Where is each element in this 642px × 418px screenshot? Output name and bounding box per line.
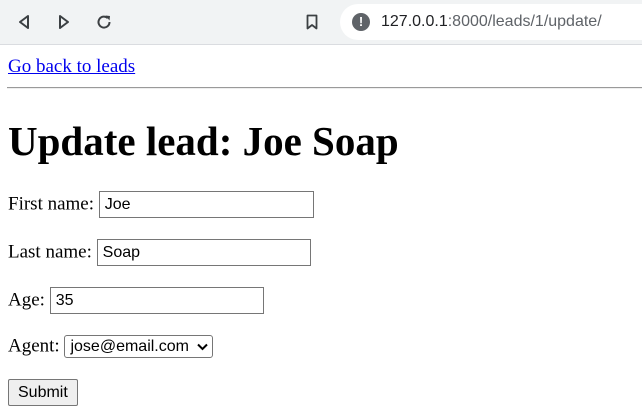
chevron-down-icon bbox=[197, 343, 208, 351]
back-button[interactable] bbox=[8, 6, 40, 38]
page-content: Go back to leads Update lead: Joe Soap F… bbox=[7, 45, 642, 406]
agent-label: Agent: bbox=[8, 335, 60, 357]
reload-icon bbox=[97, 15, 111, 29]
bookmark-button[interactable] bbox=[298, 6, 326, 38]
info-icon[interactable]: ! bbox=[352, 13, 370, 31]
first-name-input[interactable] bbox=[98, 191, 314, 218]
reload-button[interactable] bbox=[88, 6, 120, 38]
last-name-input[interactable] bbox=[96, 239, 311, 266]
submit-button[interactable]: Submit bbox=[8, 379, 78, 406]
agent-select[interactable]: jose@email.com bbox=[64, 335, 213, 359]
page-title: Update lead: Joe Soap bbox=[8, 118, 399, 164]
agent-row: Agent: jose@email.com bbox=[8, 335, 213, 359]
url-host: 127.0.0.1 bbox=[381, 13, 448, 30]
last-name-row: Last name: bbox=[8, 239, 311, 266]
agent-selected-value: jose@email.com bbox=[70, 337, 189, 355]
back-to-leads-link[interactable]: Go back to leads bbox=[8, 56, 135, 78]
forward-button[interactable] bbox=[48, 6, 80, 38]
age-input[interactable] bbox=[49, 287, 264, 314]
back-icon bbox=[19, 15, 29, 29]
forward-icon bbox=[59, 15, 69, 29]
age-row: Age: bbox=[8, 287, 264, 314]
url-text[interactable]: 127.0.0.1:8000/leads/1/update/ bbox=[381, 13, 602, 31]
age-label: Age: bbox=[8, 289, 45, 311]
browser-toolbar: ! 127.0.0.1:8000/leads/1/update/ bbox=[0, 0, 642, 45]
divider bbox=[7, 87, 642, 89]
url-path: :8000/leads/1/update/ bbox=[447, 13, 602, 30]
last-name-label: Last name: bbox=[8, 241, 92, 263]
first-name-row: First name: bbox=[8, 191, 314, 218]
bookmark-icon bbox=[306, 14, 318, 30]
first-name-label: First name: bbox=[8, 193, 95, 215]
address-bar[interactable]: ! 127.0.0.1:8000/leads/1/update/ bbox=[340, 4, 642, 40]
